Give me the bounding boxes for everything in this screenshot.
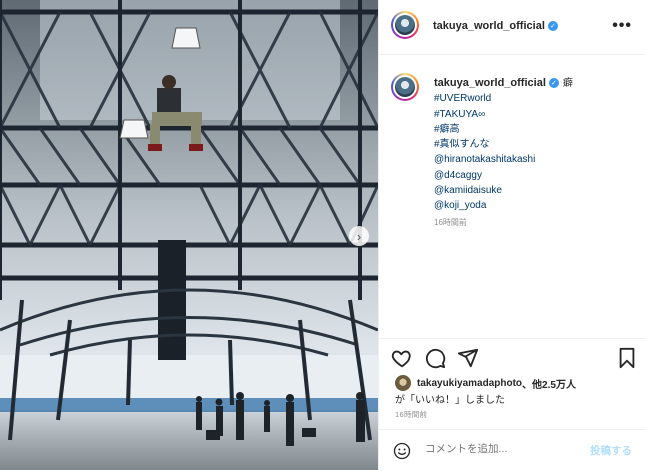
caption-username-link[interactable]: takuya_world_official	[434, 77, 546, 89]
caption-text: 癖	[562, 78, 573, 89]
mention-link[interactable]: @kamiidaisuke	[434, 183, 639, 198]
warehouse-photo-image	[0, 0, 378, 470]
emoji-icon[interactable]	[393, 442, 411, 460]
verified-badge-icon: ✓	[548, 78, 559, 89]
verified-badge-icon: ✓	[547, 21, 558, 32]
comment-bar: 投稿する	[379, 429, 645, 471]
post-header: takuya_world_official ✓ •••	[379, 0, 645, 55]
post-photo[interactable]: ›	[0, 0, 378, 470]
post-timestamp[interactable]: 16時間前	[395, 409, 427, 420]
likes-summary: takayukiyamadaphoto 、他2.5万人	[395, 375, 576, 391]
hashtag-link[interactable]: #真似すんな	[434, 137, 639, 152]
comment-input[interactable]	[425, 443, 575, 455]
caption-author-avatar[interactable]	[391, 73, 419, 101]
mention-link[interactable]: @d4caggy	[434, 168, 639, 183]
liker-avatar[interactable]	[395, 375, 411, 391]
author-username[interactable]: takuya_world_official	[433, 20, 545, 32]
hashtag-link[interactable]: #癖高	[434, 122, 639, 137]
author-avatar[interactable]	[391, 11, 419, 39]
caption-time[interactable]: 16時間前	[434, 217, 467, 228]
action-bar	[379, 338, 645, 379]
likes-suffix-text: が「いいね！」しました	[395, 395, 505, 406]
heart-icon[interactable]	[391, 347, 413, 369]
post-comment-button[interactable]: 投稿する	[590, 443, 632, 458]
post-caption: takuya_world_official ✓ 癖 #UVERworld #TAKU…	[434, 76, 639, 214]
caption-first-line: takuya_world_official ✓ 癖	[434, 76, 639, 91]
hashtag-link[interactable]: #TAKUYA∞	[434, 107, 639, 122]
bookmark-icon[interactable]	[616, 347, 638, 369]
liker-username-link[interactable]: takayukiyamadaphoto	[417, 378, 522, 389]
more-options-icon[interactable]: •••	[612, 17, 632, 35]
author-username-link[interactable]: takuya_world_official ✓	[433, 20, 558, 32]
comment-icon[interactable]	[424, 347, 446, 369]
mention-link[interactable]: @hiranotakashitakashi	[434, 152, 639, 167]
likes-count-link[interactable]: 、他2.5万人	[522, 376, 576, 391]
post-detail-panel: takuya_world_official ✓ ••• takuya_world_…	[378, 0, 645, 470]
paper-plane-icon[interactable]	[457, 347, 479, 369]
carousel-next-button[interactable]: ›	[349, 226, 369, 246]
hashtag-link[interactable]: #UVERworld	[434, 91, 639, 106]
mention-link[interactable]: @koji_yoda	[434, 198, 639, 213]
